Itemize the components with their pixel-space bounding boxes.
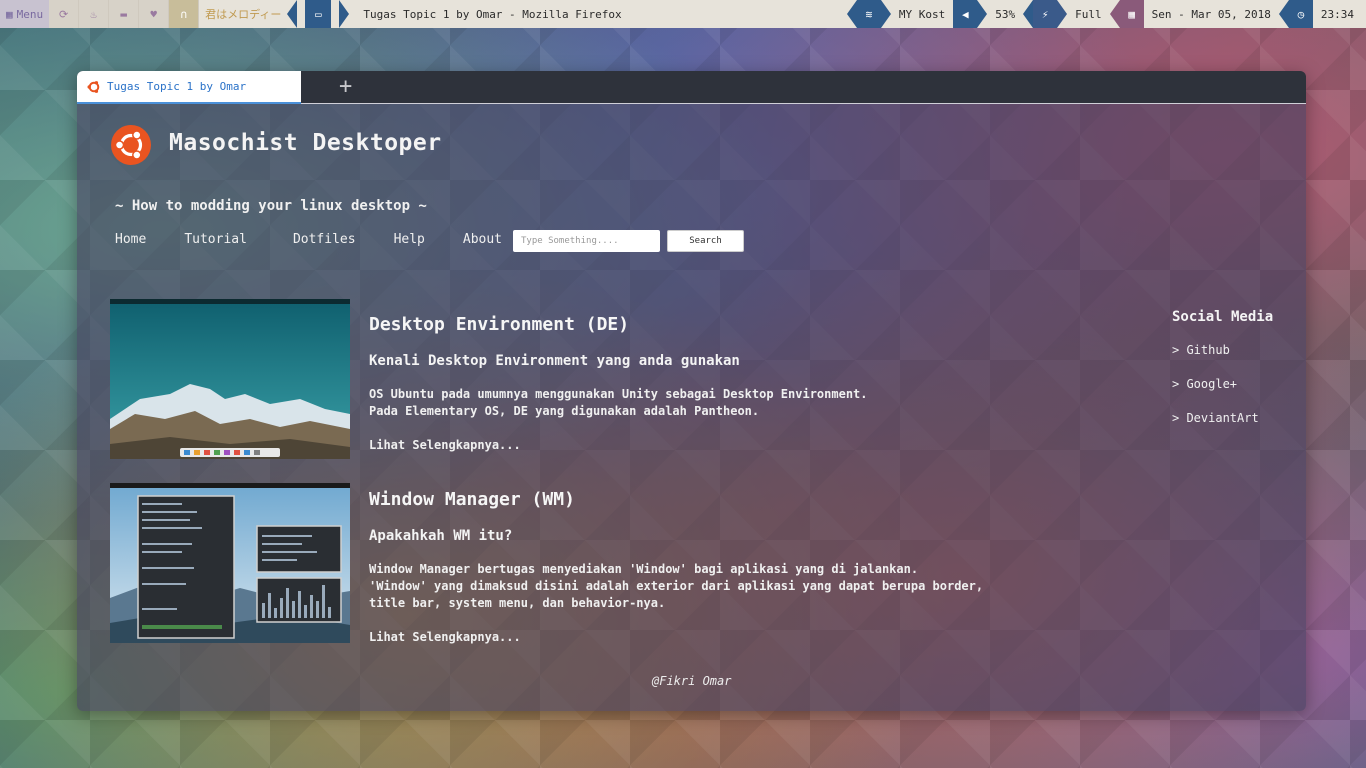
wm-screenshot-image — [110, 483, 350, 643]
post-body-line: Pada Elementary OS, DE yang digunakan ad… — [369, 404, 760, 418]
main-nav: Home Tutorial Dotfiles Help About — [115, 232, 502, 247]
now-playing[interactable]: 君はメロディー — [199, 0, 288, 28]
chevron-right-icon — [1057, 0, 1068, 28]
clock-icon: ◷ — [1288, 0, 1313, 28]
chevron-left-icon — [287, 0, 298, 28]
social-media-heading: Social Media — [1172, 309, 1274, 325]
site-title: Masochist Desktoper — [169, 130, 442, 156]
clock-indicator[interactable]: ◷ 23:34 — [1278, 0, 1366, 28]
plug-icon: ⚡ — [1033, 0, 1058, 28]
calendar-icon: ▦ — [1119, 0, 1144, 28]
refresh-icon: ⟳ — [59, 7, 69, 21]
chevron-right-icon — [880, 0, 891, 28]
ubuntu-logo-icon — [111, 125, 151, 165]
wifi-indicator[interactable]: ≋ MY Kost — [846, 0, 953, 28]
menu-button[interactable]: ▦ Menu — [0, 0, 50, 28]
workspace-3[interactable]: ▬ — [109, 0, 140, 28]
nav-about[interactable]: About — [463, 232, 502, 247]
date-indicator[interactable]: ▦ Sen - Mar 05, 2018 — [1109, 0, 1279, 28]
grid-icon: ▦ — [6, 7, 13, 21]
post-body: OS Ubuntu pada umumnya menggunakan Unity… — [369, 386, 868, 420]
chevron-left-icon — [846, 0, 857, 28]
post-body-line: Window Manager bertugas menyediakan 'Win… — [369, 562, 919, 576]
fire-icon: ♨ — [90, 7, 97, 21]
window-title: Tugas Topic 1 by Omar - Mozilla Firefox — [363, 7, 622, 21]
post-body-line: title bar, system menu, dan behavior-nya… — [369, 596, 666, 610]
chevron-right-icon — [339, 0, 350, 28]
panel-right: ≋ MY Kost ◀ 53% ⚡ Full ▦ Sen - Mar 05, 2… — [846, 0, 1366, 28]
wifi-name: MY Kost — [898, 7, 946, 21]
nav-home[interactable]: Home — [115, 232, 146, 247]
monitor-icon: ▭ — [305, 0, 332, 28]
site-footer: @Fikri Omar — [652, 674, 732, 688]
search-input[interactable] — [513, 230, 660, 252]
headphones-icon: ∩ — [180, 7, 187, 21]
post-thumbnail-wm[interactable] — [110, 483, 350, 643]
post-body-line: OS Ubuntu pada umumnya menggunakan Unity… — [369, 387, 868, 401]
chevron-left-icon — [1278, 0, 1289, 28]
site-tagline: ~ How to modding your linux desktop ~ — [115, 198, 427, 214]
post-body-line: 'Window' yang dimaksud disini adalah ext… — [369, 579, 984, 593]
active-window: ▭ Tugas Topic 1 by Omar - Mozilla Firefo… — [287, 0, 622, 28]
post-title: Desktop Environment (DE) — [369, 314, 630, 335]
search-button[interactable]: Search — [667, 230, 744, 252]
new-tab-button[interactable]: + — [339, 75, 352, 99]
volume-icon: ◀ — [953, 0, 978, 28]
browser-tab[interactable]: Tugas Topic 1 by Omar — [77, 71, 301, 104]
nav-tutorial[interactable]: Tutorial — [184, 232, 247, 247]
battery-indicator[interactable]: ⚡ Full — [1023, 0, 1110, 28]
read-more-link[interactable]: Lihat Selengkapnya... — [369, 630, 521, 644]
top-panel: ▦ Menu ⟳ ♨ ▬ ♥ ∩ 君はメロディー ▭ Tugas Topic 1… — [0, 0, 1366, 28]
heartbeat-icon: ♥ — [150, 7, 157, 21]
menu-label: Menu — [16, 7, 44, 21]
chevron-right-icon — [977, 0, 988, 28]
nav-help[interactable]: Help — [394, 232, 425, 247]
volume-indicator[interactable]: ◀ 53% — [953, 0, 1023, 28]
mountain-screenshot-image — [110, 299, 350, 459]
post-thumbnail-de[interactable] — [110, 299, 350, 459]
volume-level: 53% — [995, 7, 1016, 21]
date-text: Sen - Mar 05, 2018 — [1151, 7, 1271, 21]
workspace-4[interactable]: ♥ — [139, 0, 170, 28]
post-title: Window Manager (WM) — [369, 489, 575, 510]
page-content: Masochist Desktoper ~ How to modding you… — [77, 104, 1306, 711]
nav-dotfiles[interactable]: Dotfiles — [293, 232, 356, 247]
chevron-left-icon — [1023, 0, 1034, 28]
now-playing-text: 君はメロディー — [205, 8, 282, 21]
post-subtitle: Kenali Desktop Environment yang anda gun… — [369, 353, 740, 369]
chevron-left-icon — [1109, 0, 1120, 28]
post-body: Window Manager bertugas menyediakan 'Win… — [369, 561, 983, 612]
panel-left: ▦ Menu ⟳ ♨ ▬ ♥ ∩ 君はメロディー ▭ Tugas Topic 1… — [0, 0, 622, 28]
wifi-icon: ≋ — [856, 0, 881, 28]
browser-window: Tugas Topic 1 by Omar + Masochist Deskto… — [77, 71, 1306, 711]
workspace-1[interactable]: ⟳ — [49, 0, 80, 28]
social-link-googleplus[interactable]: > Google+ — [1172, 377, 1237, 391]
tab-title: Tugas Topic 1 by Omar — [107, 80, 247, 93]
clock-time: 23:34 — [1320, 7, 1354, 21]
folder-icon: ▬ — [120, 7, 127, 21]
workspace-2[interactable]: ♨ — [79, 0, 110, 28]
tab-bar: Tugas Topic 1 by Omar + — [77, 71, 1306, 104]
social-link-deviantart[interactable]: > DeviantArt — [1172, 411, 1259, 425]
workspace-5[interactable]: ∩ — [169, 0, 200, 28]
ubuntu-favicon-icon — [87, 80, 100, 93]
post-subtitle: Apakahkah WM itu? — [369, 528, 513, 544]
social-link-github[interactable]: > Github — [1172, 343, 1230, 357]
battery-status: Full — [1075, 7, 1102, 21]
read-more-link[interactable]: Lihat Selengkapnya... — [369, 438, 521, 452]
